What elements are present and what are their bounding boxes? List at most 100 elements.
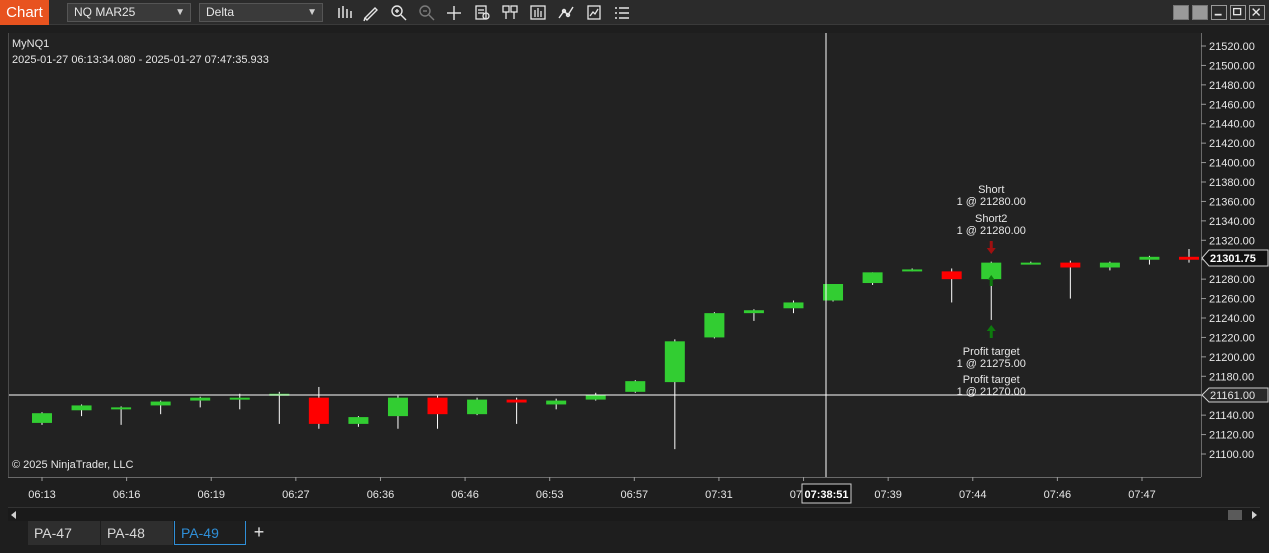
date-range-label: 2025-01-27 06:13:34.080 - 2025-01-27 07:… <box>12 54 269 66</box>
maximize-icon[interactable] <box>1230 5 1246 20</box>
candle <box>269 391 290 424</box>
crosshair-price-label: 21161.00 <box>1210 390 1255 402</box>
data-box-icon[interactable] <box>472 3 492 22</box>
chevron-down-icon: ▼ <box>307 7 317 18</box>
time-axis[interactable]: 06:13 06:16 06:19 06:27 06:36 06:46 06:53 06:57… <box>8 477 1201 507</box>
candle-body-up <box>348 417 369 424</box>
price-tick-label: 21260.00 <box>1209 294 1255 306</box>
candle <box>704 312 725 339</box>
candle <box>348 416 369 427</box>
candle-body-up <box>902 269 923 272</box>
horizontal-scrollbar[interactable] <box>8 507 1260 521</box>
scroll-right-icon[interactable] <box>1252 511 1257 519</box>
candle-body-up <box>704 313 725 338</box>
candle-body-up <box>467 399 488 415</box>
candle <box>111 406 132 425</box>
candle <box>546 398 567 410</box>
chart-toolbar: Chart NQ MAR25 ▼ Delta ▼ <box>0 0 1269 25</box>
bar-type-icon[interactable] <box>334 3 354 22</box>
candle-body-up <box>71 405 92 411</box>
candle-body-up <box>387 397 408 417</box>
tile-window-icon[interactable] <box>1173 5 1189 20</box>
candle <box>941 268 962 303</box>
candle-body-down <box>941 271 962 280</box>
candle-body-up <box>546 400 567 405</box>
candle <box>190 396 211 408</box>
candle <box>743 309 764 321</box>
minimize-icon[interactable] <box>1211 5 1227 20</box>
tab-pa-49[interactable]: PA-49 <box>174 521 246 545</box>
candle-body-down <box>427 397 448 415</box>
candle-body-up <box>1139 256 1160 260</box>
price-tick-label: 21500.00 <box>1209 60 1255 72</box>
candle-body-up <box>862 272 883 284</box>
candle-body-up <box>1020 262 1041 265</box>
chart-panel[interactable]: Short 1 @ 21280.00 Short2 1 @ 21280.00 Profi… <box>8 33 1201 477</box>
close-icon[interactable] <box>1249 5 1265 20</box>
time-tick-label: 06:13 <box>28 489 56 501</box>
execution-label: Profit target <box>963 374 1020 386</box>
window-title: Chart <box>0 0 49 25</box>
price-tick-label: 21240.00 <box>1209 313 1255 325</box>
copyright-label: © 2025 NinjaTrader, LLC <box>12 459 134 471</box>
candle-body-up <box>625 381 646 392</box>
price-tick-label: 21420.00 <box>1209 138 1255 150</box>
price-axis[interactable]: 21520.00 21500.00 21480.00 21460.00 21440.00… <box>1201 33 1269 477</box>
candle-body-up <box>664 341 685 383</box>
tab-pa-48[interactable]: PA-48 <box>101 521 173 545</box>
candle <box>585 392 606 401</box>
candle <box>506 397 527 424</box>
zoom-in-icon[interactable] <box>389 3 409 22</box>
candle <box>1020 261 1041 265</box>
execution-label: Short <box>978 184 1004 196</box>
candle-body-up <box>190 397 211 401</box>
candle <box>625 380 646 393</box>
tab-pa-47[interactable]: PA-47 <box>28 521 100 545</box>
candle-body-down <box>308 397 329 424</box>
strategies-icon[interactable] <box>584 3 604 22</box>
instrument-selector[interactable]: NQ MAR25 ▼ <box>67 3 191 22</box>
price-tick-label: 21220.00 <box>1209 332 1255 344</box>
candle <box>71 404 92 417</box>
last-price-label: 21301.75 <box>1210 253 1256 265</box>
price-plot[interactable]: Short1 @ 21280.00Short21 @ 21280.00Profi… <box>8 33 1201 477</box>
time-tick-label: 06:46 <box>451 489 479 501</box>
bar-type-selector[interactable]: Delta ▼ <box>199 3 323 22</box>
price-tick-label: 21100.00 <box>1209 449 1254 461</box>
short-entry-arrow-icon <box>986 241 996 254</box>
candle <box>902 268 923 272</box>
candle-body-up <box>229 397 250 400</box>
time-tick-label: 06:36 <box>367 489 395 501</box>
candle-body-up <box>32 413 52 423</box>
scroll-thumb[interactable] <box>1228 510 1242 520</box>
time-tick-label: 06:19 <box>197 489 225 501</box>
candle <box>467 397 488 416</box>
indicators-icon[interactable] <box>556 3 576 22</box>
add-tab-button[interactable]: + <box>248 521 270 545</box>
execution-detail: 1 @ 21275.00 <box>957 358 1026 370</box>
instrument-label: MyNQ1 <box>12 38 50 50</box>
crosshair-icon[interactable] <box>444 3 464 22</box>
crosshair-time-label: 07:38:51 <box>804 489 848 501</box>
profit-target-arrow-icon <box>986 325 996 338</box>
candle <box>1179 249 1199 263</box>
candle <box>981 261 1002 320</box>
execution-detail: 1 @ 21270.00 <box>957 386 1026 398</box>
price-tick-label: 21200.00 <box>1209 352 1255 364</box>
chart-trader-icon[interactable] <box>528 3 548 22</box>
candle-body-up <box>783 302 804 309</box>
price-tick-label: 21480.00 <box>1209 80 1255 92</box>
instrument-value: NQ MAR25 <box>74 5 136 19</box>
candle <box>783 300 804 314</box>
price-tick-label: 21440.00 <box>1209 119 1255 131</box>
execution-detail: 1 @ 21280.00 <box>957 225 1026 237</box>
drawing-tool-icon[interactable] <box>361 3 381 22</box>
properties-icon[interactable] <box>612 3 632 22</box>
scroll-left-icon[interactable] <box>11 511 16 519</box>
templates-icon[interactable] <box>500 3 520 22</box>
price-tick-label: 21280.00 <box>1209 274 1255 286</box>
time-tick-label: 06:53 <box>536 489 564 501</box>
link-window-icon[interactable] <box>1192 5 1208 20</box>
zoom-out-icon[interactable] <box>417 3 437 22</box>
time-tick-label: 07:46 <box>1044 489 1072 501</box>
